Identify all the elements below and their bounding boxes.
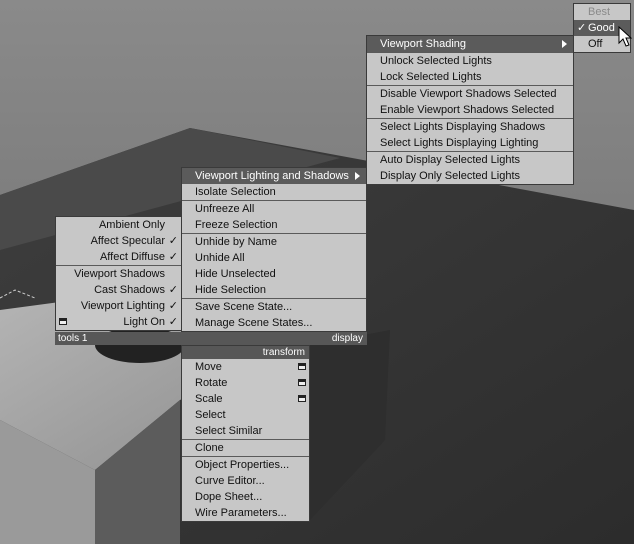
menu-item-unhide-by-name[interactable]: Unhide by Name: [182, 233, 366, 250]
viewport-lights-submenu: Viewport Shading Unlock Selected Lights …: [366, 35, 574, 185]
menu-item-viewport-shadows[interactable]: Viewport Shadows: [56, 265, 181, 282]
submenu-arrow-icon: [562, 40, 567, 48]
menu-item-best[interactable]: Best: [574, 4, 630, 20]
options-box-icon[interactable]: [298, 379, 306, 386]
mouse-cursor-icon: [618, 26, 632, 47]
menu-item-manage-scene-states[interactable]: Manage Scene States...: [182, 315, 366, 331]
options-box-icon[interactable]: [298, 395, 306, 402]
menu-item-curve-editor[interactable]: Curve Editor...: [182, 473, 309, 489]
menu-item-rotate[interactable]: Rotate: [182, 375, 309, 391]
menu-item-enable-viewport-shadows[interactable]: Enable Viewport Shadows Selected: [367, 102, 573, 118]
quad-menu-display: Viewport Lighting and Shadows Isolate Se…: [181, 167, 367, 332]
check-icon: ✓: [168, 316, 178, 328]
menu-item-cast-shadows[interactable]: Cast Shadows ✓: [56, 282, 181, 298]
menu-item-clone[interactable]: Clone: [182, 439, 309, 456]
menu-item-freeze-selection[interactable]: Freeze Selection: [182, 217, 366, 233]
menu-item-save-scene-state[interactable]: Save Scene State...: [182, 298, 366, 315]
check-icon: ✓: [168, 251, 178, 263]
menu-item-hide-selection[interactable]: Hide Selection: [182, 282, 366, 298]
menu-item-auto-display-selected-lights[interactable]: Auto Display Selected Lights: [367, 151, 573, 168]
menu-item-ambient-only[interactable]: Ambient Only: [56, 217, 181, 233]
menu-item-unlock-selected-lights[interactable]: Unlock Selected Lights: [367, 52, 573, 69]
menu-item-select-similar[interactable]: Select Similar: [182, 423, 309, 439]
options-box-icon[interactable]: [298, 363, 306, 370]
menu-item-select-lights-shadows[interactable]: Select Lights Displaying Shadows: [367, 118, 573, 135]
menu-item-isolate-selection[interactable]: Isolate Selection: [182, 184, 366, 200]
submenu-arrow-icon: [355, 172, 360, 180]
menu-item-display-only-selected-lights[interactable]: Display Only Selected Lights: [367, 168, 573, 184]
menu-item-viewport-lighting-and-shadows[interactable]: Viewport Lighting and Shadows: [182, 168, 366, 184]
menu-item-wire-parameters[interactable]: Wire Parameters...: [182, 505, 309, 521]
menu-item-lock-selected-lights[interactable]: Lock Selected Lights: [367, 69, 573, 85]
menu-item-scale[interactable]: Scale: [182, 391, 309, 407]
menu-item-unfreeze-all[interactable]: Unfreeze All: [182, 200, 366, 217]
menu-item-affect-specular[interactable]: Affect Specular ✓: [56, 233, 181, 249]
check-icon: ✓: [168, 284, 178, 296]
check-icon: ✓: [577, 22, 587, 34]
menu-item-viewport-shading[interactable]: Viewport Shading: [367, 36, 573, 52]
menu-item-object-properties[interactable]: Object Properties...: [182, 456, 309, 473]
quad-menu-transform: transform Move Rotate Scale Select Selec…: [181, 345, 310, 522]
quad-label-transform: transform: [182, 346, 309, 359]
menu-item-light-on[interactable]: Light On ✓: [56, 314, 181, 330]
options-box-icon[interactable]: [59, 318, 67, 325]
menu-item-unhide-all[interactable]: Unhide All: [182, 250, 366, 266]
quad-menu-tools: Ambient Only Affect Specular ✓ Affect Dif…: [55, 216, 182, 331]
quad-label-bar: tools 1 display: [55, 332, 367, 345]
menu-item-disable-viewport-shadows[interactable]: Disable Viewport Shadows Selected: [367, 85, 573, 102]
menu-item-move[interactable]: Move: [182, 359, 309, 375]
quad-label-tools: tools 1: [58, 333, 88, 344]
menu-item-select[interactable]: Select: [182, 407, 309, 423]
quad-label-display: display: [331, 333, 363, 344]
menu-item-affect-diffuse[interactable]: Affect Diffuse ✓: [56, 249, 181, 265]
check-icon: ✓: [168, 235, 178, 247]
menu-item-viewport-lighting[interactable]: Viewport Lighting ✓: [56, 298, 181, 314]
menu-item-select-lights-lighting[interactable]: Select Lights Displaying Lighting: [367, 135, 573, 151]
check-icon: ✓: [168, 300, 178, 312]
menu-item-dope-sheet[interactable]: Dope Sheet...: [182, 489, 309, 505]
menu-item-hide-unselected[interactable]: Hide Unselected: [182, 266, 366, 282]
